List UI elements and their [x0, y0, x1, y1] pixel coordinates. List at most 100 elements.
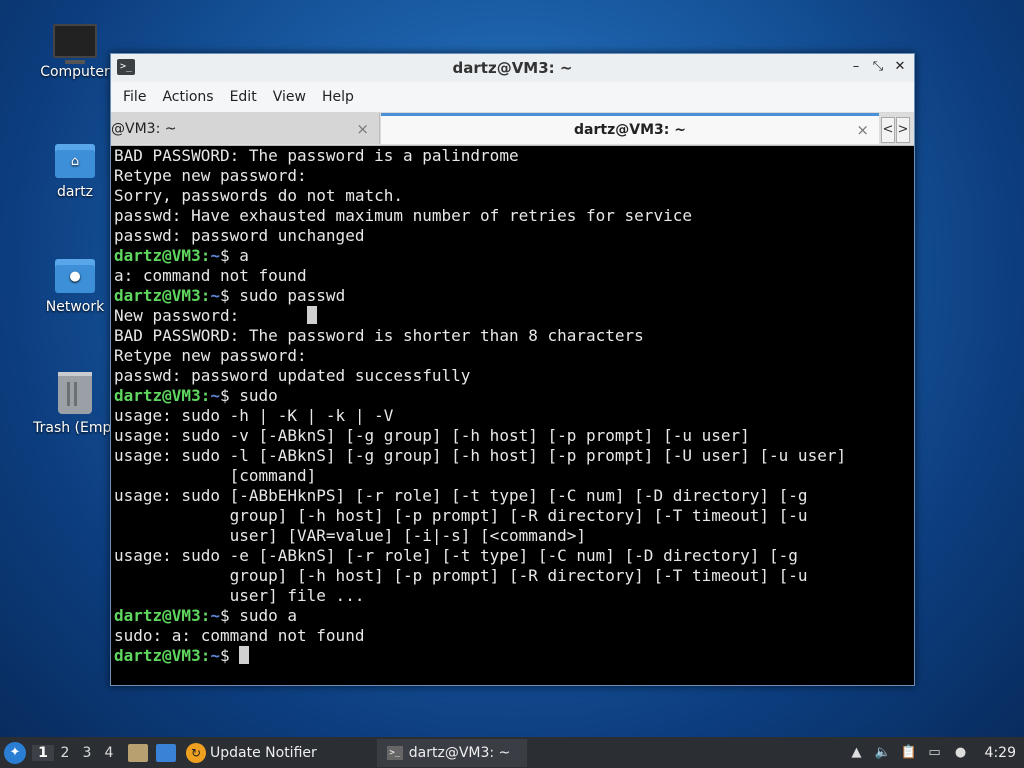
terminal-output-line: usage: sudo [-ABbEHknPS] [-r role] [-t t…	[114, 486, 911, 506]
terminal-output-line: Retype new password:	[114, 346, 911, 366]
window-title: dartz@VM3: ~	[452, 59, 573, 77]
prompt-command: $ sudo	[219, 386, 278, 405]
taskbar: ✦ 1 2 3 4 ↻ Update Notifier >_ dartz@VM3…	[0, 737, 1024, 768]
prompt-path: ~	[210, 286, 220, 305]
output-text: usage: sudo -h | -K | -k | -V	[114, 406, 394, 425]
terminal-app-icon[interactable]: >_	[117, 59, 135, 75]
tab-scroll-left-button[interactable]: <	[881, 117, 895, 143]
notification-icon[interactable]: ●	[953, 745, 969, 761]
workspace-2[interactable]: 2	[54, 745, 76, 761]
terminal-output-line: BAD PASSWORD: The password is a palindro…	[114, 146, 911, 166]
terminal-output-line: [command]	[114, 466, 911, 486]
output-text: usage: sudo -v [-ABknS] [-g group] [-h h…	[114, 426, 750, 445]
prompt-user: dartz@VM3:	[114, 606, 211, 625]
update-notifier-icon: ↻	[186, 742, 206, 763]
output-text: Sorry, passwords do not match.	[114, 186, 403, 205]
computer-icon	[53, 24, 97, 64]
close-button[interactable]: ✕	[892, 58, 908, 76]
menu-help[interactable]: Help	[314, 89, 362, 105]
terminal-output-line: usage: sudo -h | -K | -k | -V	[114, 406, 911, 426]
terminal-output-line: usage: sudo -e [-ABknS] [-r role] [-t ty…	[114, 546, 911, 566]
terminal-prompt-line: dartz@VM3:~$	[114, 646, 911, 666]
menu-edit[interactable]: Edit	[222, 89, 265, 105]
workspace-3[interactable]: 3	[76, 745, 98, 761]
output-text: group] [-h host] [-p prompt] [-R directo…	[114, 566, 808, 585]
terminal-output[interactable]: BAD PASSWORD: The password is a palindro…	[114, 146, 911, 682]
prompt-command: $ a	[219, 246, 249, 265]
terminal-output-line: user] [VAR=value] [-i|-s] [<command>]	[114, 526, 911, 546]
output-text: BAD PASSWORD: The password is shorter th…	[114, 326, 644, 345]
terminal-output-line: group] [-h host] [-p prompt] [-R directo…	[114, 566, 911, 586]
output-text: New password:	[114, 306, 307, 325]
output-text: Retype new password:	[114, 166, 307, 185]
tab-scroll-right-button[interactable]: >	[896, 117, 910, 143]
output-text: [command]	[114, 466, 317, 485]
menubar: File Actions Edit View Help	[111, 82, 914, 113]
task-label: dartz@VM3: ~	[408, 744, 511, 761]
prompt-command: $ sudo passwd	[219, 286, 346, 305]
home-folder-icon: ⌂	[55, 144, 95, 178]
clock: 4:29	[984, 744, 1016, 761]
workspace-1[interactable]: 1	[32, 744, 54, 761]
terminal-output-line: passwd: password updated successfully	[114, 366, 911, 386]
password-cursor	[306, 306, 317, 324]
terminal-output-line: passwd: password unchanged	[114, 226, 911, 246]
network-icon[interactable]: ▭	[927, 745, 943, 761]
output-text: user] [VAR=value] [-i|-s] [<command>]	[114, 526, 587, 545]
terminal-output-line: usage: sudo -v [-ABknS] [-g group] [-h h…	[114, 426, 911, 446]
prompt-path: ~	[210, 386, 220, 405]
minimize-button[interactable]: –	[848, 58, 864, 76]
terminal-output-line: Retype new password:	[114, 166, 911, 186]
tab-close-icon[interactable]: ×	[356, 120, 369, 138]
output-text: sudo: a: command not found	[114, 626, 365, 645]
tab-label: dartz@VM3: ~	[574, 122, 686, 138]
terminal-output-line: user] file ...	[114, 586, 911, 606]
output-text: group] [-h host] [-p prompt] [-R directo…	[114, 506, 808, 525]
arrow-up-icon[interactable]: ▲	[849, 745, 865, 761]
update-notifier[interactable]: ↻ Update Notifier	[176, 742, 317, 763]
taskbar-task-terminal[interactable]: >_ dartz@VM3: ~	[376, 738, 527, 767]
menu-file[interactable]: File	[115, 89, 154, 105]
update-notifier-label: Update Notifier	[210, 744, 317, 761]
tab-label: @VM3: ~	[111, 120, 177, 137]
prompt-command: $ sudo a	[219, 606, 298, 625]
tab-close-icon[interactable]: ×	[856, 121, 869, 139]
terminal-window: >_ dartz@VM3: ~ – ⤡ ✕ File Actions Edit …	[110, 53, 915, 686]
terminal-prompt-line: dartz@VM3:~$ sudo a	[114, 606, 911, 626]
maximize-button[interactable]: ⤡	[870, 58, 886, 76]
prompt-user: dartz@VM3:	[114, 386, 211, 405]
clipboard-icon[interactable]: 📋	[901, 745, 917, 761]
show-desktop-icon[interactable]	[156, 743, 176, 762]
tab-inactive[interactable]: @VM3: ~ ×	[111, 113, 380, 144]
terminal-output-line: group] [-h host] [-p prompt] [-R directo…	[114, 506, 911, 526]
terminal-prompt-line: dartz@VM3:~$ sudo	[114, 386, 911, 406]
prompt-user: dartz@VM3:	[114, 286, 211, 305]
window-titlebar[interactable]: >_ dartz@VM3: ~ – ⤡ ✕	[111, 54, 914, 82]
output-text: user] file ...	[114, 586, 365, 605]
prompt-command: $	[219, 646, 240, 665]
tab-active[interactable]: dartz@VM3: ~ ×	[381, 113, 879, 144]
prompt-user: dartz@VM3:	[114, 646, 211, 665]
file-manager-icon[interactable]	[128, 743, 148, 762]
terminal-output-line: sudo: a: command not found	[114, 626, 911, 646]
output-text: usage: sudo [-ABbEHknPS] [-r role] [-t t…	[114, 486, 808, 505]
terminal-output-line: passwd: Have exhausted maximum number of…	[114, 206, 911, 226]
output-text: usage: sudo -l [-ABknS] [-g group] [-h h…	[114, 446, 847, 465]
terminal-output-line: a: command not found	[114, 266, 911, 286]
prompt-path: ~	[210, 606, 220, 625]
tab-bar: @VM3: ~ × dartz@VM3: ~ × < >	[111, 113, 914, 146]
terminal-output-line: Sorry, passwords do not match.	[114, 186, 911, 206]
system-tray: ▲ 🔈 📋 ▭ ● 4:29	[849, 737, 1024, 768]
output-text: passwd: password unchanged	[114, 226, 365, 245]
output-text: BAD PASSWORD: The password is a palindro…	[114, 146, 519, 165]
workspace-4[interactable]: 4	[98, 745, 120, 761]
output-text: usage: sudo -e [-ABknS] [-r role] [-t ty…	[114, 546, 798, 565]
terminal-cursor	[239, 646, 250, 664]
terminal-output-line: New password:	[114, 306, 911, 326]
menu-actions[interactable]: Actions	[154, 89, 221, 105]
terminal-prompt-line: dartz@VM3:~$ sudo passwd	[114, 286, 911, 306]
prompt-path: ~	[210, 646, 220, 665]
app-menu-icon[interactable]: ✦	[4, 741, 26, 764]
menu-view[interactable]: View	[265, 89, 314, 105]
volume-icon[interactable]: 🔈	[875, 745, 891, 761]
